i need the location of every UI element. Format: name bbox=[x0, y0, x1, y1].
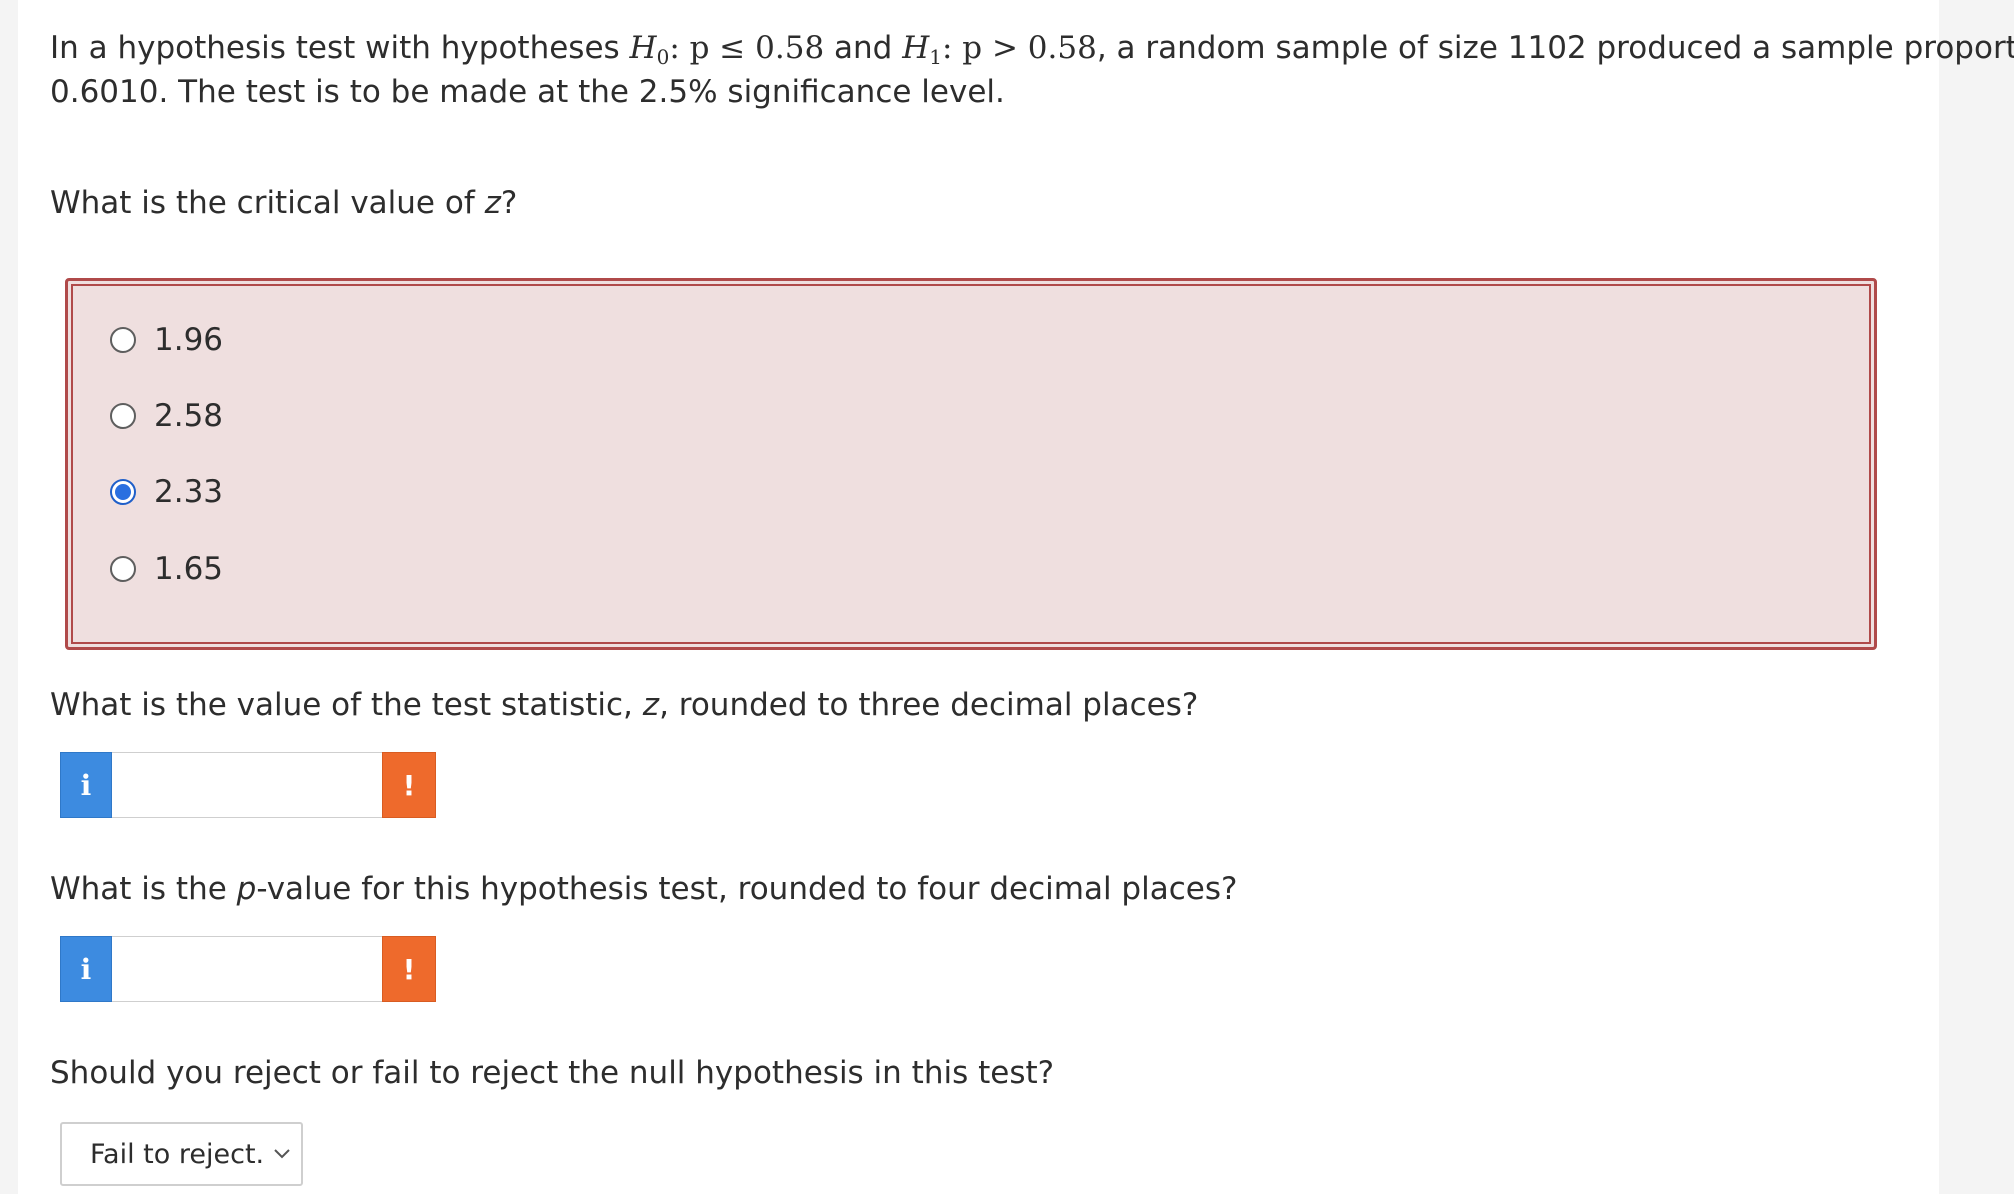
question-intro-line1: In a hypothesis test with hypotheses H0:… bbox=[50, 26, 2014, 70]
warning-icon[interactable]: ! bbox=[382, 936, 436, 1002]
p-value-answer: i ! bbox=[60, 936, 436, 1002]
q1-variable: z bbox=[484, 185, 501, 221]
decision-question: Should you reject or fail to reject the … bbox=[50, 1055, 1055, 1091]
option-2-33[interactable]: 2.33 bbox=[110, 472, 223, 512]
q3-prefix: What is the bbox=[50, 871, 237, 907]
h0-expr: : p ≤ 0.58 bbox=[669, 30, 825, 66]
chevron-down-icon bbox=[274, 1149, 290, 1159]
decision-selected-value: Fail to reject. bbox=[90, 1138, 265, 1170]
q3-suffix: -value for this hypothesis test, rounded… bbox=[256, 871, 1238, 907]
info-icon[interactable]: i bbox=[60, 936, 112, 1002]
h0-subscript: 0 bbox=[656, 45, 670, 69]
h0-symbol: H bbox=[629, 30, 657, 66]
critical-value-question: What is the critical value of z? bbox=[50, 181, 517, 225]
radio-button[interactable] bbox=[110, 403, 136, 429]
decision-select[interactable]: Fail to reject. bbox=[60, 1122, 303, 1186]
test-statistic-answer: i ! bbox=[60, 752, 436, 818]
option-1-65[interactable]: 1.65 bbox=[110, 549, 223, 589]
option-label: 2.33 bbox=[154, 474, 224, 510]
h1-symbol: H bbox=[902, 30, 930, 66]
q3-variable: p bbox=[236, 871, 257, 907]
h1-expression: H1: p > 0.58 bbox=[902, 30, 1097, 69]
q2-prefix: What is the value of the test statistic, bbox=[50, 687, 643, 723]
q2-suffix: , rounded to three decimal places? bbox=[659, 687, 1199, 723]
h0-expression: H0: p ≤ 0.58 bbox=[629, 30, 825, 69]
h1-subscript: 1 bbox=[929, 45, 942, 69]
p-value-input[interactable] bbox=[112, 936, 382, 1002]
question-intro-line2: 0.6010. The test is to be made at the 2.… bbox=[50, 74, 1005, 110]
option-2-58[interactable]: 2.58 bbox=[110, 396, 223, 436]
option-label: 2.58 bbox=[154, 398, 224, 434]
option-label: 1.65 bbox=[154, 551, 224, 587]
and-word: and bbox=[824, 30, 903, 66]
intro-prefix: In a hypothesis test with hypotheses bbox=[50, 30, 630, 66]
critical-value-choices bbox=[65, 278, 1877, 650]
radio-button[interactable] bbox=[110, 556, 136, 582]
test-statistic-question: What is the value of the test statistic,… bbox=[50, 683, 1198, 727]
option-1-96[interactable]: 1.96 bbox=[110, 320, 223, 360]
q1-prefix: What is the critical value of bbox=[50, 185, 485, 221]
q2-variable: z bbox=[642, 687, 660, 723]
test-statistic-input[interactable] bbox=[112, 752, 382, 818]
h1-expr: : p > 0.58 bbox=[941, 30, 1097, 66]
info-icon[interactable]: i bbox=[60, 752, 112, 818]
p-value-question: What is the p-value for this hypothesis … bbox=[50, 867, 1237, 911]
page: In a hypothesis test with hypotheses H0:… bbox=[0, 0, 2014, 1194]
intro-suffix: , a random sample of size 1102 produced … bbox=[1096, 30, 2014, 66]
radio-button[interactable] bbox=[110, 327, 136, 353]
option-label: 1.96 bbox=[154, 322, 224, 358]
q1-suffix: ? bbox=[500, 185, 518, 221]
radio-button-selected[interactable] bbox=[110, 479, 136, 505]
warning-icon[interactable]: ! bbox=[382, 752, 436, 818]
